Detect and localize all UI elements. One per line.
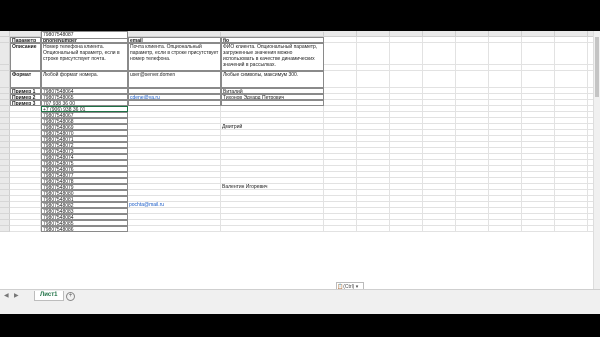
cell[interactable] (456, 226, 489, 232)
vertical-scrollbar[interactable] (593, 31, 600, 289)
cell-d29[interactable] (221, 31, 324, 32)
scroll-right-icon[interactable]: ▶ (14, 292, 19, 299)
sheet-tabs-bar: ◀ ▶ Лист1 + (0, 289, 600, 314)
cell[interactable] (555, 43, 588, 65)
cell[interactable] (357, 226, 390, 232)
cell[interactable] (423, 43, 456, 65)
cell-a7[interactable]: Пример 3 (10, 100, 41, 106)
scroll-thumb[interactable] (595, 37, 599, 97)
cell[interactable] (555, 226, 588, 232)
cell-b29[interactable]: 79807548087 (41, 31, 128, 39)
cell[interactable] (390, 71, 423, 88)
cell[interactable] (324, 71, 357, 88)
cell[interactable] (324, 226, 357, 232)
cell-c2[interactable]: Почта клиента. Опциональный параметр, ес… (128, 43, 221, 71)
cell[interactable] (456, 43, 489, 65)
cell-d28[interactable] (221, 226, 324, 232)
cell[interactable] (423, 226, 456, 232)
scroll-left-icon[interactable]: ◀ (4, 292, 9, 299)
row-header-4[interactable] (0, 71, 10, 88)
cell-d2[interactable]: ФИО клиента. Опциональный параметр, загр… (221, 43, 324, 71)
row-header-2[interactable] (0, 43, 10, 65)
cell[interactable] (357, 43, 390, 65)
cell[interactable] (357, 71, 390, 88)
cell[interactable] (489, 43, 522, 65)
cell[interactable] (522, 71, 555, 88)
cell-c4[interactable]: user@server.domen (128, 71, 221, 88)
cell-b2[interactable]: Номер телефона клиента. Опциональный пар… (41, 43, 128, 71)
cell[interactable] (390, 226, 423, 232)
cell-c29[interactable] (128, 31, 221, 32)
cell-a4[interactable]: Формат (10, 71, 41, 88)
cell-b28[interactable]: 79807548086 (41, 226, 128, 232)
plus-icon[interactable]: + (66, 292, 75, 301)
cell-c28[interactable] (128, 226, 221, 232)
sheet-tab-list1[interactable]: Лист1 (34, 291, 64, 301)
cell[interactable] (10, 226, 41, 232)
cell[interactable] (324, 43, 357, 65)
cell-d4[interactable]: Любые символы, максимум 300. (221, 71, 324, 88)
cell[interactable] (456, 71, 489, 88)
cell[interactable] (555, 71, 588, 88)
cell[interactable] (489, 71, 522, 88)
cell[interactable] (390, 43, 423, 65)
cell[interactable] (522, 226, 555, 232)
cell-b4[interactable]: Любой формат номера. (41, 71, 128, 88)
cell[interactable] (489, 226, 522, 232)
cell[interactable] (522, 43, 555, 65)
cell-a2[interactable]: Описание (10, 43, 41, 71)
spreadsheet-window: Параметр phoneNumber email fio Описание Номер… (0, 31, 600, 313)
cell[interactable] (423, 71, 456, 88)
row-header-28[interactable] (0, 226, 10, 232)
